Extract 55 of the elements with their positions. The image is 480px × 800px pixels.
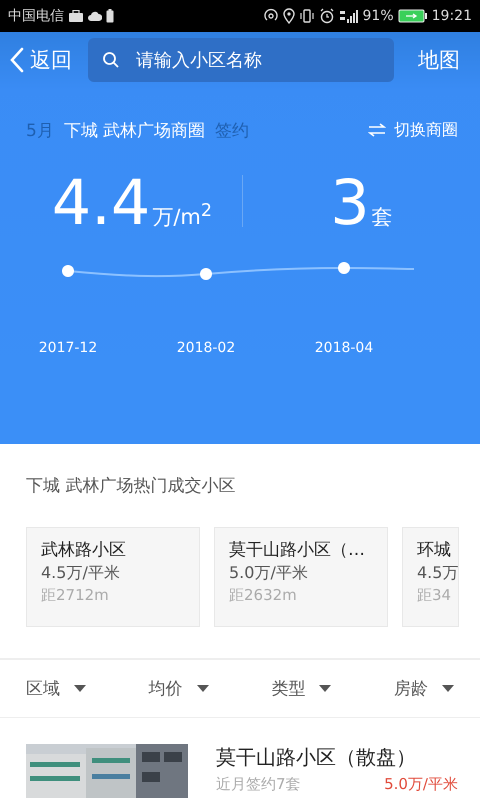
cloud-icon — [88, 11, 102, 21]
community-price: 4.5万/平米 — [41, 563, 121, 584]
carrier-name: 中国电信 — [8, 7, 64, 25]
map-button[interactable]: 地图 — [418, 46, 460, 74]
location-icon — [282, 8, 295, 24]
clock-time: 19:21 — [432, 8, 472, 24]
signal-icon — [338, 9, 359, 23]
stat-value: 3 — [330, 172, 370, 234]
dropdown-caret-icon — [196, 684, 209, 692]
filter-dropdown[interactable]: 房龄 — [394, 677, 454, 700]
community-card[interactable]: 莫干山路小区（… 5.0万/平米 距2632m — [214, 527, 388, 627]
vibrate-icon — [298, 8, 315, 24]
alarm-icon — [318, 8, 335, 24]
phone-battery-icon — [106, 9, 114, 23]
swap-icon — [368, 123, 386, 137]
community-price: 4.5万 — [417, 563, 458, 584]
community-distance: 距34 — [417, 586, 452, 605]
search-icon — [102, 51, 120, 69]
community-distance: 距2712m — [41, 586, 110, 605]
stat-value: 4.4 — [52, 172, 150, 234]
community-name: 莫干山路小区（… — [229, 539, 366, 561]
date-label: 2017-12 — [38, 340, 98, 356]
community-price: 5.0万/平米 — [229, 563, 309, 584]
area-label: 下城 武林广场商圈 — [64, 120, 206, 142]
dropdown-caret-icon — [442, 684, 454, 692]
trend-point — [338, 262, 350, 274]
briefcase-icon — [68, 10, 84, 22]
recent-deals: 近月签约7套 — [216, 775, 301, 794]
date-label: 2018-04 — [314, 340, 374, 356]
filter-dropdown[interactable]: 区域 — [26, 677, 86, 700]
stat-unit: 万/m$^{2}$ — [152, 201, 212, 231]
section-title: 下城 武林广场热门成交小区 — [26, 475, 236, 497]
community-distance: 距2632m — [229, 586, 298, 605]
search-input[interactable]: 请输入小区名称 — [134, 48, 358, 72]
dropdown-caret-icon — [74, 684, 86, 692]
month-label: 5月 — [26, 120, 54, 142]
back-chevron-icon — [10, 47, 24, 73]
filter-dropdown[interactable]: 类型 — [271, 677, 332, 700]
battery-percent: 91% — [362, 8, 394, 24]
community-card[interactable]: 武林路小区 4.5万/平米 距2712m — [26, 527, 200, 627]
deal-type-label: 签约 — [215, 120, 250, 142]
listing-title: 莫干山路小区（散盘） — [216, 744, 417, 771]
filter-dropdown[interactable]: 均价 — [148, 677, 209, 700]
community-name: 武林路小区 — [41, 539, 127, 561]
back-button[interactable]: 返回 — [10, 46, 72, 74]
battery-icon — [398, 9, 428, 23]
trend-point — [62, 265, 74, 277]
trend-point — [200, 268, 212, 280]
search-field[interactable]: 请输入小区名称 — [88, 38, 394, 82]
dropdown-caret-icon — [319, 684, 332, 692]
listing-price: 5.0万/平米 — [384, 775, 458, 794]
date-label: 2018-02 — [176, 340, 236, 356]
community-name: 环城 — [417, 539, 452, 561]
stat-unit: 套 — [372, 204, 393, 231]
community-card[interactable]: 环城 4.5万 距34 — [402, 527, 460, 627]
